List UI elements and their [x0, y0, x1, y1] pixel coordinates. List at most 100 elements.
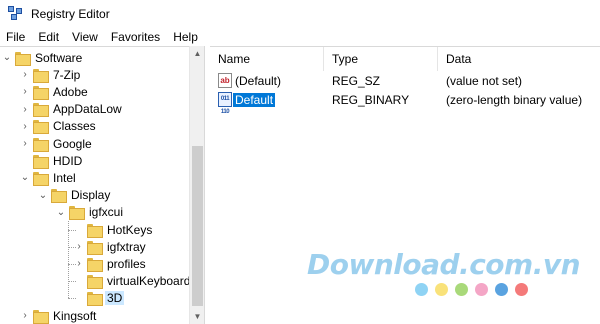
chevron-right-icon[interactable]: › [20, 307, 30, 324]
tree-item[interactable]: › Kingsoft [20, 307, 98, 324]
scroll-up-arrow-icon[interactable]: ▲ [190, 46, 205, 61]
tree-connector-line [68, 221, 69, 299]
tree-item-label: profiles [107, 256, 146, 271]
chevron-down-icon[interactable]: ⌄ [56, 204, 66, 221]
value-type: REG_BINARY [332, 93, 410, 107]
binary-value-icon: 011 110 [218, 92, 232, 115]
tree-item[interactable]: 3D [74, 290, 125, 307]
tree-item-label: HotKeys [107, 222, 153, 237]
folder-icon [87, 223, 103, 238]
folder-icon [33, 120, 49, 135]
tree-item[interactable]: ⌄ Display [38, 187, 112, 204]
folder-icon [33, 68, 49, 83]
menu-view[interactable]: View [65, 30, 104, 44]
chevron-right-icon[interactable]: › [20, 83, 30, 100]
tree-item[interactable]: ⌄ igfxcui [56, 204, 125, 221]
string-value-icon: ab [218, 73, 232, 88]
list-header: Name Type Data [210, 47, 600, 71]
scroll-thumb[interactable] [192, 146, 203, 306]
chevron-right-icon[interactable]: › [20, 101, 30, 118]
tree-item-label: Google [53, 136, 92, 151]
column-header-type[interactable]: Type [324, 47, 438, 71]
values-list-pane[interactable]: Name Type Data ab (Default) REG_SZ (valu… [210, 46, 600, 324]
tree-item-label: igfxtray [107, 239, 146, 254]
menu-edit[interactable]: Edit [31, 30, 65, 44]
folder-icon [33, 103, 49, 118]
watermark-dot [495, 283, 508, 296]
chevron-right-icon[interactable]: › [74, 255, 84, 272]
tree-item[interactable]: virtualKeyboard [74, 273, 192, 290]
tree-scrollbar[interactable]: ▲ ▼ [189, 46, 204, 324]
column-header-data[interactable]: Data [438, 47, 600, 71]
folder-icon [87, 257, 103, 272]
scroll-down-arrow-icon[interactable]: ▼ [190, 309, 205, 324]
watermark-dot [435, 283, 448, 296]
tree-item-label: Kingsoft [53, 308, 97, 323]
tree-item[interactable]: › Google [20, 135, 94, 152]
tree-item[interactable]: › AppDataLow [20, 101, 124, 118]
window-title: Registry Editor [31, 7, 110, 21]
folder-icon [87, 240, 103, 255]
folder-icon [33, 137, 49, 152]
folder-icon [15, 51, 31, 66]
tree-item[interactable]: › profiles [74, 255, 148, 272]
tree-item-label: 7-Zip [53, 67, 81, 82]
value-data: (zero-length binary value) [446, 93, 583, 107]
value-name: (Default) [235, 74, 282, 88]
folder-icon [69, 206, 85, 221]
registry-editor-icon [8, 6, 24, 22]
folder-icon [33, 154, 49, 169]
chevron-right-icon[interactable]: › [74, 238, 84, 255]
column-header-name[interactable]: Name [210, 47, 324, 71]
menu-favorites[interactable]: Favorites [104, 30, 166, 44]
tree-item[interactable]: › igfxtray [74, 238, 148, 255]
value-type: REG_SZ [332, 74, 381, 88]
folder-icon [33, 85, 49, 100]
tree-item-label: Adobe [53, 84, 88, 99]
chevron-right-icon[interactable]: › [20, 66, 30, 83]
tree-item[interactable]: ⌄ Software [2, 49, 84, 66]
tree-item-label: Classes [53, 119, 96, 134]
tree-item-label: AppDataLow [53, 102, 122, 117]
title-bar: Registry Editor [0, 0, 600, 28]
chevron-right-icon[interactable]: › [20, 135, 30, 152]
tree-item-label: Display [71, 188, 111, 203]
value-row[interactable]: 011 110 Default REG_BINARY (zero-length … [210, 91, 600, 115]
folder-icon [51, 189, 67, 204]
watermark-logo: Download.com.vn [307, 248, 581, 281]
watermark-dot [415, 283, 428, 296]
value-name[interactable]: Default [233, 93, 276, 107]
chevron-right-icon[interactable]: › [20, 118, 30, 135]
tree-item-label: Intel [53, 170, 76, 185]
watermark-dot [515, 283, 528, 296]
tree-item[interactable]: › Classes [20, 118, 98, 135]
tree-item[interactable]: ⌄ Intel [20, 169, 78, 186]
chevron-down-icon[interactable]: ⌄ [38, 187, 48, 204]
value-row[interactable]: ab (Default) REG_SZ (value not set) [210, 72, 600, 90]
tree-item-label: virtualKeyboard [107, 274, 191, 289]
value-name-edit-field[interactable]: Default [233, 91, 276, 109]
chevron-down-icon[interactable]: ⌄ [2, 49, 12, 66]
watermark-dot [455, 283, 468, 296]
tree-item[interactable]: HotKeys [74, 221, 154, 238]
menu-help[interactable]: Help [166, 30, 204, 44]
watermark-dots [415, 283, 528, 296]
tree-item-label: 3D [105, 291, 125, 306]
tree-item-label: Software [35, 50, 83, 65]
tree-item[interactable]: HDID [20, 152, 84, 169]
folder-icon [33, 309, 49, 324]
value-data: (value not set) [446, 74, 523, 88]
tree-item-label: igfxcui [89, 205, 124, 220]
folder-icon [87, 292, 103, 307]
key-tree-pane[interactable]: ⌄ Software › 7-Zip › Adobe › AppDataLow › Classes… [0, 46, 204, 324]
tree-item[interactable]: › Adobe [20, 83, 90, 100]
menu-bar: File Edit View Favorites Help [0, 28, 600, 46]
watermark-dot [475, 283, 488, 296]
chevron-down-icon[interactable]: ⌄ [20, 169, 30, 186]
tree-item[interactable]: › 7-Zip [20, 66, 82, 83]
menu-file[interactable]: File [0, 30, 31, 44]
